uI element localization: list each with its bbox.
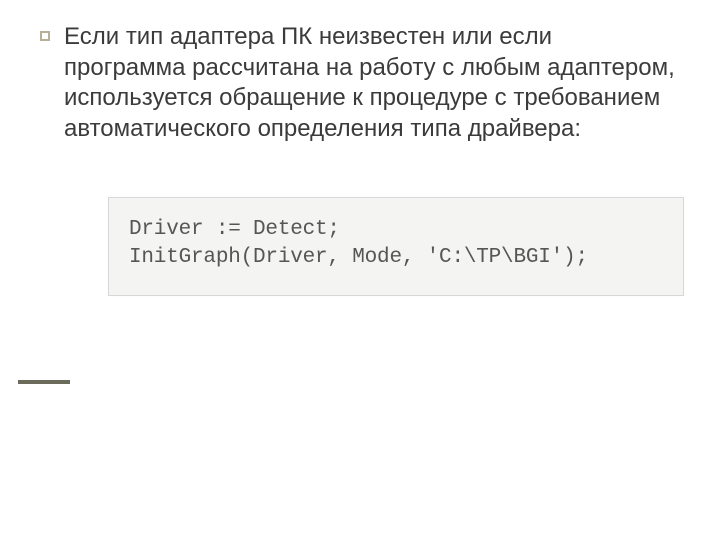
code-line-1: Driver := Detect; xyxy=(129,216,663,244)
code-block: Driver := Detect; InitGraph(Driver, Mode… xyxy=(108,197,684,296)
bullet-marker xyxy=(40,31,50,41)
bullet-item: Если тип адаптера ПК неизвестен или если… xyxy=(40,22,680,145)
accent-rule xyxy=(18,380,70,384)
paragraph-text: Если тип адаптера ПК неизвестен или если… xyxy=(64,22,680,145)
code-line-2: InitGraph(Driver, Mode, 'C:\TP\BGI'); xyxy=(129,244,663,272)
slide-content: Если тип адаптера ПК неизвестен или если… xyxy=(0,0,720,296)
